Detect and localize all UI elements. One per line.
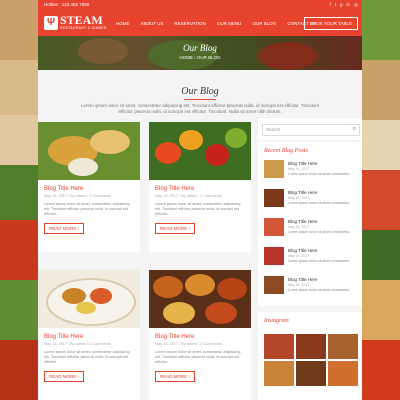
nav-blog[interactable]: OUR BLOG [252,21,276,26]
recent-post-excerpt: Lorem ipsum dolor sit amet consectetur. [288,288,351,292]
nav-home[interactable]: HOME [116,21,130,26]
recent-post-thumbnail [264,247,284,265]
instagram-title: Instagram [264,318,289,324]
recent-post-item[interactable]: Blog Title Here May 15, 2017 Lorem ipsum… [264,218,358,240]
twitter-icon[interactable]: t [335,2,336,8]
section-title: Our Blog [181,86,219,97]
blog-card-excerpt: Lorem ipsum dolor sit amet, consectetur … [44,202,130,216]
blog-card-meta: May 15, 2017 / By admin / 2 Comments [44,194,111,198]
blog-card-image[interactable] [149,270,251,328]
hero-banner: Our Blog HOME › OUR BLOG [38,36,362,70]
nav-about[interactable]: ABOUT US [141,21,164,26]
recent-post-excerpt: Lorem ipsum dolor sit amet consectetur. [288,230,351,234]
social-links: f t g in ◎ [330,2,359,8]
blog-card-meta: May 15, 2017 / By admin / 2 Comments [44,342,111,346]
recent-post-excerpt: Lorem ipsum dolor sit amet consectetur. [288,201,351,205]
recent-post-excerpt: Lorem ipsum dolor sit amet consectetur. [288,259,351,263]
site-header: Ψ STEAM RESTAURANT & DINNER HOME ABOUT U… [38,12,362,36]
blog-card-image[interactable] [149,122,251,180]
read-more-button[interactable]: READ MORE › [155,371,196,382]
recent-post-title: Blog Title Here [288,248,318,253]
section-intro: Lorem ipsum dolor sit amet, consectetur … [81,103,319,114]
blog-card: Blog Title Here May 15, 2017 / By admin … [38,270,140,400]
recent-post-date: May 15, 2017 [288,196,310,200]
blog-card-title[interactable]: Blog Title Here [44,334,134,340]
background-food-right [362,0,400,400]
book-table-button[interactable]: BOOK YOUR TABLE [303,17,358,30]
logo[interactable]: Ψ STEAM RESTAURANT & DINNER [44,13,107,30]
instagram-thumbnail[interactable] [296,334,326,359]
hotline-text: Hotline : 123 456 7890 [44,2,90,7]
recent-post-title: Blog Title Here [288,190,318,195]
blog-card-image[interactable] [38,270,140,328]
nav-reservation[interactable]: RESERVATION [174,21,206,26]
search-input[interactable]: Search ⌕ [262,124,360,136]
logo-icon: Ψ [44,15,58,30]
nav-menu[interactable]: OUR MENU [217,21,242,26]
blog-card-excerpt: Lorem ipsum dolor sit amet, consectetur … [155,202,241,216]
blog-card-title[interactable]: Blog Title Here [155,186,245,192]
recent-post-item[interactable]: Blog Title Here May 15, 2017 Lorem ipsum… [264,247,358,269]
read-more-button[interactable]: READ MORE › [44,371,85,382]
background-food-left [0,0,38,400]
recent-post-excerpt: Lorem ipsum dolor sit amet consectetur. [288,172,351,176]
facebook-icon[interactable]: f [330,2,331,8]
blog-card-excerpt: Lorem ipsum dolor sit amet, consectetur … [44,350,130,364]
blog-card-excerpt: Lorem ipsum dolor sit amet, consectetur … [155,350,241,364]
recent-post-thumbnail [264,276,284,294]
linkedin-icon[interactable]: in [347,2,351,8]
read-more-button[interactable]: READ MORE › [44,223,85,234]
blog-card: Blog Title Here May 15, 2017 / By admin … [38,122,140,252]
section-divider [184,99,216,100]
blog-card: Blog Title Here May 15, 2017 / By admin … [149,270,251,400]
instagram-thumbnail[interactable] [296,361,326,386]
blog-card: Blog Title Here May 15, 2017 / By admin … [149,122,251,252]
search-placeholder: Search [266,127,281,132]
recent-post-date: May 15, 2017 [288,225,310,229]
recent-post-item[interactable]: Blog Title Here May 15, 2017 Lorem ipsum… [264,276,358,298]
main-nav: HOME ABOUT US RESERVATION OUR MENU OUR B… [116,21,316,26]
instagram-thumbnail[interactable] [328,334,358,359]
instagram-thumbnail[interactable] [264,361,294,386]
recent-post-title: Blog Title Here [288,161,318,166]
top-bar: Hotline : 123 456 7890 f t g in ◎ [38,0,362,12]
recent-post-date: May 15, 2017 [288,254,310,258]
recent-posts-title: Recent Blog Posts [264,148,308,154]
blog-card-meta: May 15, 2017 / By admin / 2 Comments [155,342,222,346]
recent-post-title: Blog Title Here [288,219,318,224]
recent-post-item[interactable]: Blog Title Here May 15, 2017 Lorem ipsum… [264,189,358,211]
recent-post-thumbnail [264,160,284,178]
recent-post-thumbnail [264,189,284,207]
logo-name: STEAM [60,13,103,27]
instagram-thumbnail[interactable] [328,361,358,386]
recent-post-date: May 15, 2017 [288,167,310,171]
recent-post-thumbnail [264,218,284,236]
blog-card-meta: May 15, 2017 / By admin / 2 Comments [155,194,222,198]
blog-card-title[interactable]: Blog Title Here [44,186,134,192]
read-more-button[interactable]: READ MORE › [155,223,196,234]
recent-post-item[interactable]: Blog Title Here May 15, 2017 Lorem ipsum… [264,160,358,182]
recent-post-date: May 15, 2017 [288,283,310,287]
instagram-icon[interactable]: ◎ [354,2,358,8]
blog-card-title[interactable]: Blog Title Here [155,334,245,340]
recent-post-title: Blog Title Here [288,277,318,282]
search-icon[interactable]: ⌕ [353,126,356,133]
breadcrumb: HOME › OUR BLOG [179,55,221,60]
google-plus-icon[interactable]: g [340,2,343,8]
blog-card-image[interactable] [38,122,140,180]
instagram-thumbnail[interactable] [264,334,294,359]
hero-title: Our Blog [183,43,217,53]
logo-subtitle: RESTAURANT & DINNER [60,26,107,30]
